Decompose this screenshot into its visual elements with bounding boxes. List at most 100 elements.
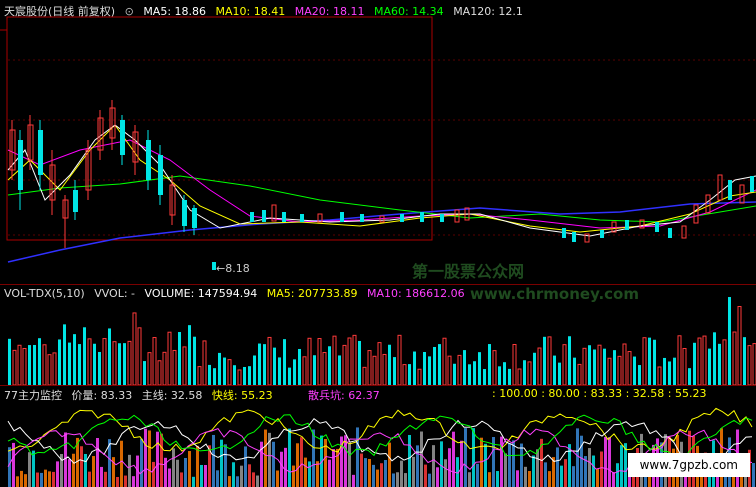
volume-bar: [298, 348, 301, 385]
indicator-bar: [448, 448, 451, 487]
indicator-bar: [504, 453, 507, 487]
indicator-bar: [252, 472, 255, 487]
indicator-bar: [20, 470, 23, 487]
volume-bar: [457, 354, 462, 385]
volume-bar: [98, 351, 101, 385]
volume-bar: [697, 337, 702, 385]
indicator-bar: [420, 431, 423, 487]
volume-bar: [657, 366, 662, 385]
indicator-bar: [276, 470, 279, 487]
volume-bar: [682, 348, 687, 385]
volume-bar: [708, 348, 711, 385]
volume-bar: [293, 359, 296, 385]
volume-bar: [453, 363, 456, 385]
volume-bar: [93, 343, 96, 385]
indicator-bar: [296, 443, 299, 487]
volume-bar: [328, 346, 331, 385]
volume-bar: [718, 343, 721, 385]
volume-bar: [447, 355, 452, 385]
indicator-bar: [128, 454, 131, 487]
volume-bar: [347, 337, 352, 385]
volume-bar: [508, 368, 511, 385]
indicator-bar: [280, 451, 283, 487]
volume-bar: [132, 312, 137, 385]
volume-bar: [33, 344, 36, 385]
volume-bar: [127, 340, 132, 385]
indicator-bar: [160, 433, 163, 487]
volume-bar: [617, 355, 622, 385]
indicator-bar: [312, 429, 315, 487]
indicator-bar: [116, 476, 119, 487]
indicator-bar: [388, 442, 391, 487]
volume-bar: [112, 341, 117, 385]
volume-bar: [223, 357, 226, 385]
indicator-bar: [412, 456, 415, 487]
volume-bar: [463, 350, 466, 385]
volume-bar: [227, 359, 232, 385]
volume-bar: [653, 339, 656, 385]
volume-bar: [87, 338, 92, 385]
indicator-bar: [356, 427, 359, 487]
volume-bar: [12, 349, 17, 385]
volume-bar: [663, 357, 666, 385]
volume-bar: [22, 348, 27, 385]
volume-bar: [58, 339, 61, 385]
indicator-bar: [148, 430, 151, 487]
indicator-bar: [180, 472, 183, 487]
volume-bar: [243, 366, 246, 385]
volume-bar: [492, 350, 497, 385]
volume-bar: [52, 352, 57, 385]
volume-bar: [527, 361, 532, 385]
indicator-bar: [120, 440, 123, 487]
volume-bar: [417, 368, 422, 385]
volume-bar: [732, 331, 737, 385]
volume-bar: [208, 364, 211, 385]
volume-bar: [342, 344, 347, 385]
volume-bar: [573, 357, 576, 385]
indicator-bar: [360, 453, 363, 487]
indicator-bar: [144, 428, 147, 487]
volume-bar: [433, 346, 436, 385]
volume-bar: [178, 332, 181, 385]
price-chart: [0, 16, 756, 270]
volume-bar: [503, 362, 506, 385]
volume-bar: [47, 354, 52, 385]
volume-bar: [543, 336, 546, 385]
indicator-bar: [288, 428, 291, 487]
indicator-bar: [560, 465, 563, 487]
indicator-bar: [556, 447, 559, 487]
indicator-bar: [404, 473, 407, 487]
indicator-bar: [204, 464, 207, 487]
volume-bar: [442, 337, 447, 385]
indicator-bar: [488, 472, 491, 487]
volume-bar: [677, 335, 682, 385]
volume-bar: [367, 350, 372, 385]
indicator-bar: [248, 464, 251, 487]
volume-panel[interactable]: VOL-TDX(5,10) VVOL: - VOLUME: 147594.94 …: [0, 285, 756, 385]
volume-bar: [338, 355, 341, 385]
indicator-bar: [328, 459, 331, 487]
indicator-bar: [604, 436, 607, 487]
indicator-bar: [400, 460, 403, 487]
volume-bar: [172, 349, 177, 385]
indicator-bar: [68, 459, 71, 487]
volume-bar: [633, 356, 636, 385]
volume-bar: [377, 342, 382, 385]
volume-bar: [668, 361, 671, 385]
volume-bar: [597, 344, 602, 385]
volume-bar: [38, 338, 41, 385]
indicator-bar: [168, 468, 171, 487]
indicator-bar: [716, 475, 719, 487]
indicator-bar: [616, 463, 619, 487]
low-price-marker: ←8.18: [216, 262, 250, 275]
indicator-bar: [512, 440, 515, 487]
volume-bar: [537, 347, 542, 385]
volume-bar: [118, 343, 121, 385]
volume-bar: [352, 334, 357, 385]
volume-bar: [263, 344, 266, 385]
volume-bar: [627, 351, 632, 385]
watermark-cn: 第一股票公众网: [412, 262, 525, 281]
volume-bar: [17, 344, 22, 385]
indicator-panel[interactable]: 77主力监控 价量: 83.33 主线: 32.58 快线: 55.23 散兵坑…: [0, 386, 756, 487]
price-panel[interactable]: 天宸股份(日线 前复权) ⊙ MA5: 18.86 MA10: 18.41 MA…: [0, 0, 756, 287]
